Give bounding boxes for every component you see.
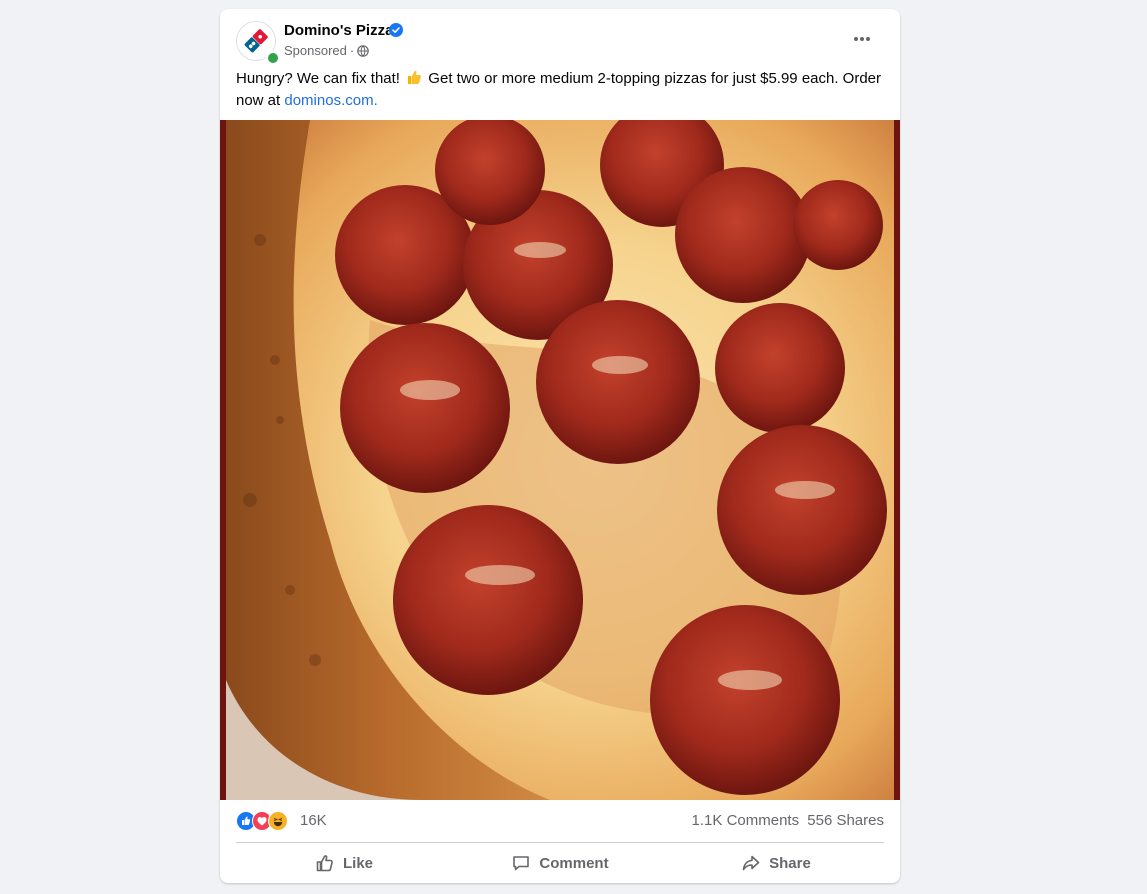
comments-count[interactable]: 1.1K Comments [692, 812, 800, 829]
meta-separator: · [349, 43, 355, 58]
more-options-button[interactable] [848, 25, 876, 53]
sponsored-label[interactable]: Sponsored [284, 43, 347, 58]
post-meta: Sponsored · [284, 43, 370, 60]
comment-label: Comment [539, 854, 609, 872]
more-options-icon [854, 37, 870, 41]
pepperoni-pizza-image [220, 120, 900, 800]
dominos-link[interactable]: dominos.com. [284, 92, 377, 109]
haha-reaction-icon [268, 811, 288, 831]
share-label: Share [769, 854, 811, 872]
share-button[interactable]: Share [668, 847, 884, 879]
post-actions: Like Comment Share [236, 847, 884, 879]
globe-icon[interactable] [357, 45, 370, 60]
like-label: Like [342, 854, 373, 872]
sponsored-post: Domino's Pizza Sponsored · Hungry? We can… [220, 9, 900, 883]
caption-text-start: Hungry? We can fix that! [236, 70, 405, 87]
share-icon [742, 855, 760, 871]
comments-shares-stats: 1.1K Comments 556 Shares [688, 812, 884, 829]
post-caption: Hungry? We can fix that! Get two or more… [236, 69, 884, 111]
reaction-count[interactable]: 16K [300, 812, 327, 829]
thumbs-up-emoji-icon [406, 69, 422, 91]
page-avatar[interactable] [236, 21, 280, 65]
verified-badge-icon [389, 23, 403, 42]
comment-icon [513, 856, 530, 871]
shares-count[interactable]: 556 Shares [807, 812, 884, 829]
online-status-dot [266, 51, 280, 65]
comment-button[interactable]: Comment [452, 847, 668, 879]
post-header: Domino's Pizza Sponsored · [236, 21, 884, 65]
reaction-icons[interactable] [236, 811, 296, 831]
like-icon [316, 855, 333, 872]
actions-divider [236, 842, 884, 843]
like-button[interactable]: Like [236, 847, 452, 879]
engagement-summary: 16K 1.1K Comments 556 Shares [236, 809, 884, 833]
dominos-logo-icon [244, 29, 268, 53]
post-image[interactable] [220, 120, 900, 800]
page-name-link[interactable]: Domino's Pizza [284, 22, 393, 39]
